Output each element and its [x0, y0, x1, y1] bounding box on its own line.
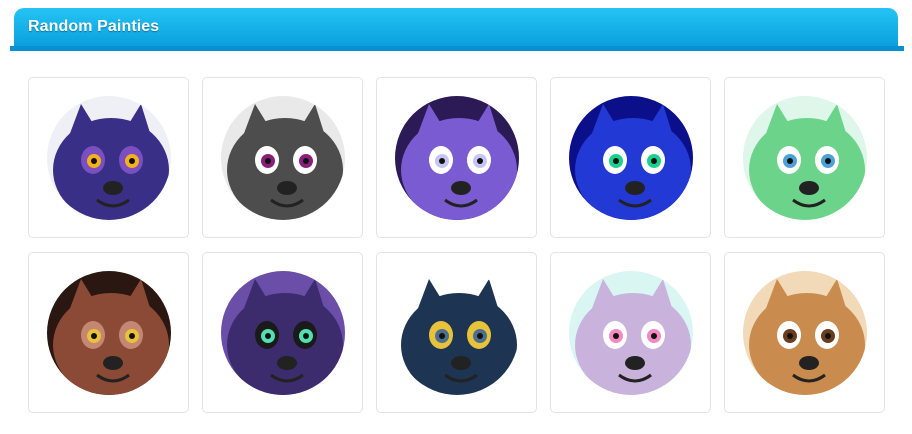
section-header: Random Painties — [14, 8, 898, 46]
canine-green-hair-icon — [742, 95, 867, 220]
paintie-card[interactable] — [550, 77, 711, 238]
hyena-tan-icon — [742, 270, 867, 395]
section-title: Random Painties — [28, 18, 160, 35]
paintie-card[interactable] — [28, 77, 189, 238]
paintie-card[interactable] — [376, 77, 537, 238]
paintie-card[interactable] — [202, 77, 363, 238]
paintie-card[interactable] — [724, 252, 885, 413]
creature-grin-purple-icon — [394, 95, 519, 220]
paintie-card[interactable] — [28, 252, 189, 413]
creature-glasses-purple-icon — [220, 270, 345, 395]
paintie-card[interactable] — [202, 252, 363, 413]
canine-mint-icon — [568, 270, 693, 395]
cat-blue-icon — [568, 95, 693, 220]
dog-grey-flower-icon — [220, 95, 345, 220]
dragon-purple-icon — [46, 95, 171, 220]
demon-navy-icon — [394, 270, 519, 395]
paintie-card[interactable] — [550, 252, 711, 413]
header-underline — [10, 46, 904, 51]
painties-grid — [28, 77, 885, 413]
otter-brown-icon — [46, 270, 171, 395]
paintie-card[interactable] — [724, 77, 885, 238]
paintie-card[interactable] — [376, 252, 537, 413]
